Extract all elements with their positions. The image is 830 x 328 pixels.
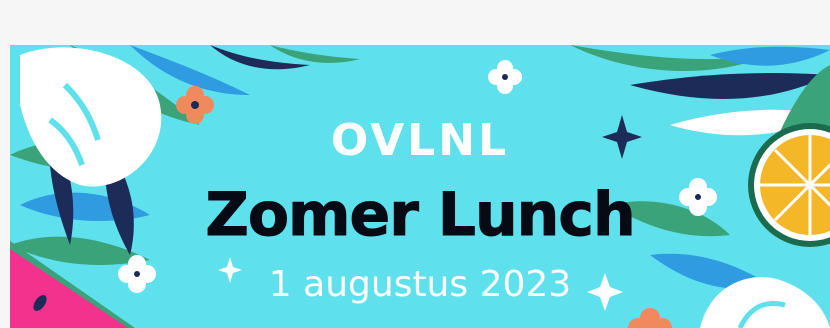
brand-name: OVLNL	[330, 115, 510, 166]
event-title: Zomer Lunch	[205, 180, 636, 250]
event-banner: OVLNL Zomer Lunch 1 augustus 2023	[10, 45, 830, 328]
banner-text: OVLNL Zomer Lunch 1 augustus 2023	[10, 45, 830, 328]
event-date: 1 augustus 2023	[268, 264, 572, 305]
